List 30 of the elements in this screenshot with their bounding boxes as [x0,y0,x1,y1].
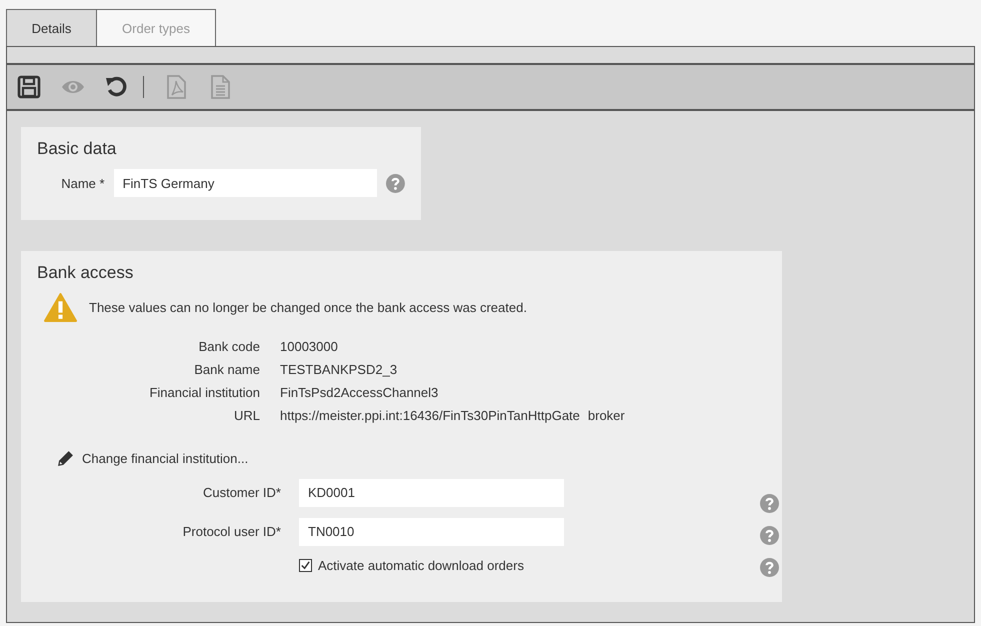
help-icon[interactable] [760,494,779,513]
checkbox[interactable] [299,559,312,572]
warning-icon [44,293,77,322]
undo-button[interactable] [105,75,129,99]
input-field[interactable]: TN0010 [299,518,564,546]
checkbox-label: Activate automatic download orders [318,558,524,574]
detail-label: Financial institution [148,385,260,400]
tab[interactable]: Details [6,9,97,46]
input-field[interactable]: KD0001 [299,478,564,507]
help-icon[interactable] [386,174,405,192]
detail-label: Bank code [198,339,260,354]
help-icon[interactable] [760,526,779,545]
field-label: Protocol user ID* [182,524,281,540]
detail-label: URL [232,408,260,423]
change-institution-link[interactable]: Change financial institution... [57,450,766,467]
section-title: Bank access [37,263,134,283]
detail-value: TESTBANKPSD2_3 [280,362,398,377]
section-title: Basic data [37,139,118,159]
name-field[interactable]: FinTS Germany [114,169,378,197]
field-label: Name * [60,176,105,190]
detail-value: FinTsPsd2AccessChannel3 [280,385,438,400]
detail-value: https://meister.ppi.int:16436/FinTs30PinTanHttpGate [280,408,580,423]
warning-message: These values can no longer be changed once the bank access was created. [89,300,527,315]
detail-value: broker [588,408,625,423]
detail-label: Bank name [193,362,260,377]
detail-value: 10003000 [280,339,338,354]
field-label: Customer ID* [202,485,281,500]
help-icon[interactable] [760,558,779,577]
pencil-icon [57,450,74,467]
save-button[interactable] [17,75,41,99]
